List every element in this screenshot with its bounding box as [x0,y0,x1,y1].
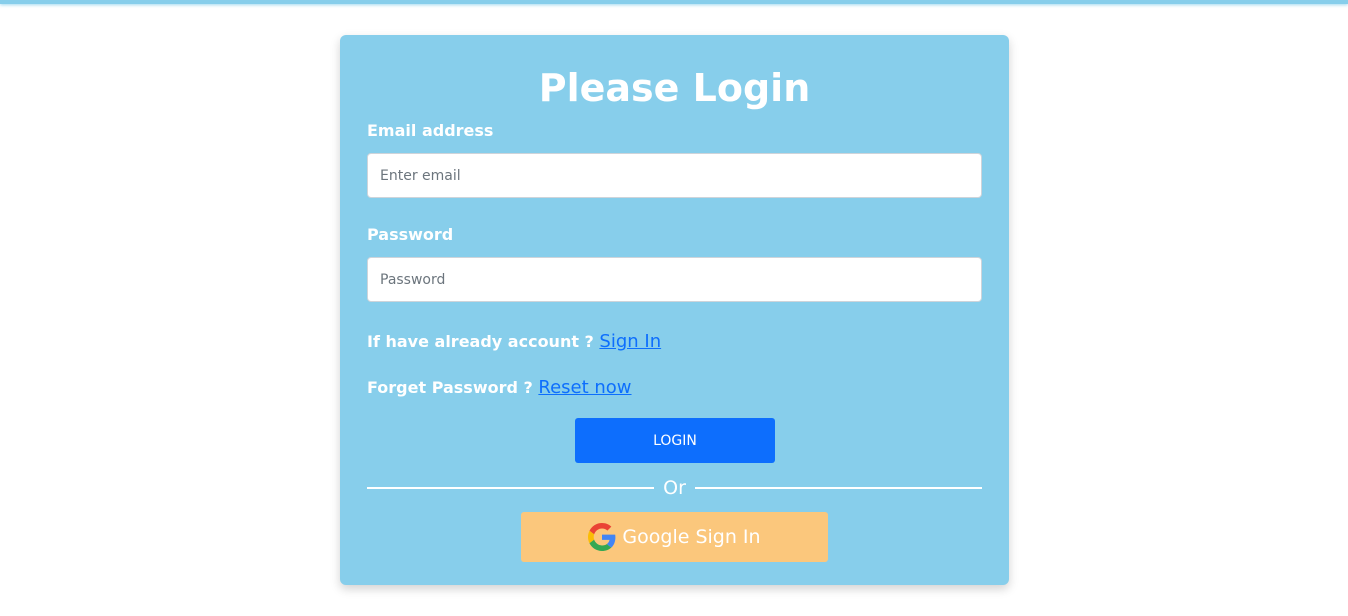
login-button[interactable]: LOGIN [575,418,775,463]
reset-link[interactable]: Reset now [538,377,631,398]
password-label: Password [367,225,454,244]
divider-rule-left [367,487,655,489]
divider-rule-right [694,487,982,489]
signin-prompt-text: If have already account ? [367,332,600,351]
reset-prompt-line: Forget Password ? Reset now [367,376,632,400]
top-accent-bar [0,0,1348,4]
or-divider: Or [367,475,982,501]
divider-or-text: Or [663,477,686,499]
password-field[interactable] [367,257,982,302]
reset-prompt-text: Forget Password ? [367,378,539,397]
google-button-label: Google Sign In [622,526,761,548]
google-g-icon [588,523,616,551]
email-label: Email address [367,121,494,140]
signin-prompt-line: If have already account ? Sign In [367,330,661,354]
signin-link[interactable]: Sign In [599,331,661,352]
login-card: Please Login Email address Password If h… [340,35,1009,585]
email-field[interactable] [367,153,982,198]
google-signin-button[interactable]: Google Sign In [521,512,828,562]
page-title: Please Login [538,66,811,110]
